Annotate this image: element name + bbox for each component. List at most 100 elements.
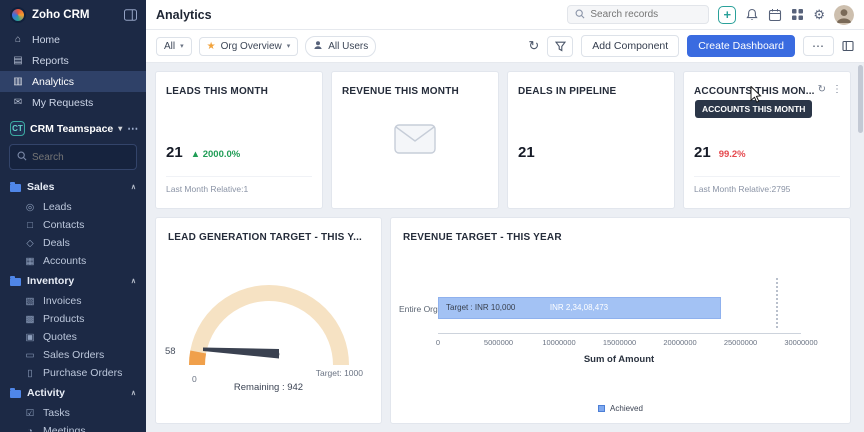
favorite-star-icon: ★ [207, 41, 216, 52]
analytics-icon: ▥ [12, 76, 24, 87]
sidebar-search[interactable] [9, 144, 137, 170]
kpi-card-leads-this-month[interactable]: LEADS THIS MONTH 21 ▲ 2000.0% Last Month… [155, 71, 323, 209]
card-title: LEADS THIS MONTH [166, 86, 314, 97]
kpi-card-deals-in-pipeline[interactable]: DEALS IN PIPELINE 21 [507, 71, 675, 209]
sidebar-item-analytics[interactable]: ▥ Analytics [0, 71, 146, 92]
meetings-icon: ◔ [24, 426, 36, 432]
sidebar-item-contacts[interactable]: □ Contacts [0, 216, 146, 234]
item-label: Meetings [43, 425, 86, 432]
notifications-bell-icon[interactable] [745, 8, 759, 22]
scope-filter-dropdown[interactable]: All ▾ [156, 37, 192, 56]
calendar-icon[interactable] [768, 8, 782, 22]
vertical-scrollbar[interactable] [858, 65, 863, 430]
global-search-input[interactable] [590, 9, 701, 20]
teamspace-badge: CT [10, 121, 25, 136]
panel-toggle-icon[interactable] [842, 40, 854, 52]
users-filter-chip[interactable]: All Users [305, 36, 376, 57]
folder-icon [10, 390, 21, 398]
card-title: REVENUE TARGET - THIS YEAR [403, 232, 562, 243]
gauge-current-value: 58 [165, 346, 176, 357]
toolbar-actions: ↻ Add Component Create Dashboard ⋯ [528, 35, 854, 57]
x-tick: 10000000 [542, 338, 575, 347]
section-label: Sales [27, 181, 54, 193]
empty-state-envelope-icon [394, 124, 436, 159]
requests-icon: ✉ [12, 97, 24, 108]
sidebar-search-input[interactable] [32, 152, 129, 163]
chevron-up-icon: ∧ [131, 389, 136, 397]
x-tick: 30000000 [784, 338, 817, 347]
gauge-target-label: Target: 1000 [316, 368, 363, 378]
legend-label: Achieved [610, 404, 643, 413]
x-axis-title: Sum of Amount [584, 354, 654, 365]
folder-icon [10, 278, 21, 286]
purchase-orders-icon: ▯ [24, 368, 36, 379]
user-avatar[interactable] [834, 5, 854, 25]
global-search[interactable] [567, 5, 709, 24]
sidebar-item-tasks[interactable]: ☑Tasks [0, 404, 146, 422]
sales-orders-icon: ▭ [24, 350, 36, 361]
dashboard-selector-dropdown[interactable]: ★ Org Overview ▾ [199, 37, 299, 56]
chart-legend: Achieved [391, 404, 850, 413]
collapse-sidebar-icon[interactable] [124, 9, 137, 21]
dashboard-name: Org Overview [221, 41, 282, 52]
sidebar-item-my-requests[interactable]: ✉ My Requests [0, 92, 146, 113]
sidebar-item-leads[interactable]: ◎Leads [0, 198, 146, 216]
item-label: Invoices [43, 295, 82, 307]
sidebar-item-meetings[interactable]: ◔ Meetings [0, 422, 146, 432]
sidebar-item-products[interactable]: ▩Products [0, 310, 146, 328]
nav-label: Home [32, 34, 60, 46]
sidebar-item-purchase-orders[interactable]: ▯Purchase Orders [0, 364, 146, 382]
refresh-icon[interactable]: ↻ [528, 38, 539, 54]
up-arrow-icon: ▲ [191, 149, 200, 160]
create-dashboard-button[interactable]: Create Dashboard [687, 35, 795, 57]
item-label: Tasks [43, 407, 70, 419]
sidebar-section-inventory[interactable]: Inventory ∧ [0, 270, 146, 292]
gauge-chart [179, 270, 359, 372]
sidebar-item-reports[interactable]: ▤ Reports [0, 50, 146, 71]
filter-button[interactable] [547, 36, 573, 57]
reports-icon: ▤ [12, 55, 24, 66]
sidebar-item-deals[interactable]: ◇ Deals [0, 234, 146, 252]
kpi-footer: Last Month Relative:2795 [694, 176, 840, 194]
brand-name: Zoho CRM [32, 9, 118, 21]
kpi-card-accounts-this-month[interactable]: ACCOUNTS THIS MON... ↻ ⋮ ACCOUNTS THIS M… [683, 71, 851, 209]
gauge-card-lead-generation-target[interactable]: LEAD GENERATION TARGET - THIS Y... 58 0 … [155, 217, 382, 424]
kpi-footer: Last Month Relative:1 [166, 176, 312, 194]
card-menu-kebab-icon[interactable]: ⋮ [832, 84, 842, 95]
delta-value: 2000.0% [203, 149, 241, 160]
sidebar-item-invoices[interactable]: ▧Invoices [0, 292, 146, 310]
item-label: Contacts [43, 219, 84, 231]
contacts-icon: □ [24, 220, 36, 231]
apps-grid-icon[interactable] [791, 8, 804, 21]
y-axis-category-label: Entire Org [399, 304, 438, 314]
scrollbar-thumb[interactable] [858, 65, 863, 133]
teamspace-label: CRM Teamspace [30, 123, 113, 135]
teamspace-selector[interactable]: CT CRM Teamspace ▾ ⋯ [0, 113, 146, 141]
deals-icon: ◇ [24, 238, 36, 249]
bar-card-revenue-target[interactable]: REVENUE TARGET - THIS YEAR Entire Org Ta… [390, 217, 851, 424]
users-label: All Users [328, 41, 368, 52]
gauge-remaining-label: Remaining : 942 [156, 382, 381, 393]
sidebar-section-activity[interactable]: Activity ∧ [0, 382, 146, 404]
more-options-button[interactable]: ⋯ [803, 36, 834, 56]
add-component-button[interactable]: Add Component [581, 35, 679, 57]
sidebar-logo-row: Zoho CRM [0, 0, 146, 29]
item-label: Sales Orders [43, 349, 104, 361]
sidebar-item-sales-orders[interactable]: ▭ Sales Orders [0, 346, 146, 364]
products-icon: ▩ [24, 314, 36, 325]
teamspace-more-icon[interactable]: ⋯ [127, 122, 138, 135]
item-label: Deals [43, 237, 70, 249]
card-refresh-icon[interactable]: ↻ [818, 84, 826, 95]
quick-create-button[interactable]: + [718, 6, 736, 24]
sidebar-section-sales[interactable]: Sales ∧ [0, 176, 146, 198]
sidebar-item-quotes[interactable]: ▣Quotes [0, 328, 146, 346]
sidebar-item-accounts[interactable]: ▦Accounts [0, 252, 146, 270]
dashboard-content: LEADS THIS MONTH 21 ▲ 2000.0% Last Month… [146, 63, 864, 432]
bar-target-label: Target : INR 10,000 [446, 303, 515, 312]
sidebar-item-home[interactable]: ⌂ Home [0, 29, 146, 50]
kpi-delta-up: ▲ 2000.0% [191, 149, 241, 160]
card-title: LEAD GENERATION TARGET - THIS Y... [168, 232, 362, 243]
scope-label: All [164, 41, 175, 52]
settings-gear-icon[interactable]: ⚙ [813, 8, 825, 21]
kpi-card-revenue-this-month[interactable]: REVENUE THIS MONTH [331, 71, 499, 209]
